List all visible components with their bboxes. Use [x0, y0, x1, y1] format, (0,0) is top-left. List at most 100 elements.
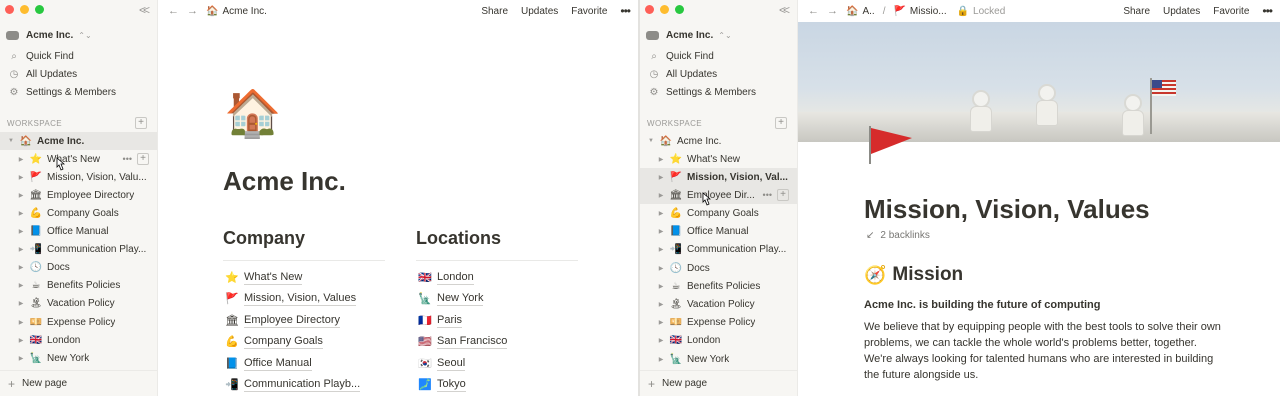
page-link-company-goals[interactable]: 💪 Company Goals — [225, 333, 323, 349]
more-options-icon[interactable]: ••• — [1262, 4, 1273, 18]
collapse-sidebar-icon[interactable]: << — [779, 3, 790, 17]
more-options-icon[interactable]: ••• — [763, 190, 772, 200]
sidebar-item-communication-playbook[interactable]: ▶ 📲 Communication Play... — [0, 240, 157, 258]
sidebar-item-docs[interactable]: ▶ 🕓 Docs — [0, 258, 157, 276]
page-link-communication-playbook[interactable]: 📲 Communication Playb... — [225, 376, 361, 392]
sidebar-item-employee-directory[interactable]: ▶ 🏛 Employee Directory — [0, 186, 157, 204]
add-subpage-button[interactable]: + — [137, 153, 149, 165]
caret-right-icon[interactable]: ▶ — [656, 337, 666, 344]
workspace-switcher[interactable]: Acme Inc. ⌃⌄ — [646, 27, 732, 43]
page-link-seoul[interactable]: 🇰🇷 Seoul — [418, 355, 466, 371]
breadcrumb[interactable]: 🏠 Acme Inc. — [206, 6, 267, 17]
caret-right-icon[interactable]: ▶ — [16, 156, 26, 163]
new-page-button[interactable]: + New page — [0, 370, 157, 396]
share-button[interactable]: Share — [481, 6, 508, 17]
page-link-whats-new[interactable]: ⭐ What's New — [225, 269, 303, 285]
caret-down-icon[interactable]: ▼ — [646, 138, 656, 144]
caret-right-icon[interactable]: ▶ — [656, 228, 666, 235]
caret-right-icon[interactable]: ▶ — [656, 301, 666, 308]
forward-arrow-icon[interactable]: → — [187, 5, 198, 17]
caret-right-icon[interactable]: ▶ — [16, 282, 26, 289]
nav-quick-find[interactable]: ⌕ Quick Find — [648, 48, 714, 64]
add-page-button[interactable]: + — [775, 117, 787, 129]
sidebar-item-london[interactable]: ▶ 🇬🇧 London — [0, 331, 157, 349]
favorite-button[interactable]: Favorite — [1213, 6, 1249, 17]
sidebar-item-company-goals[interactable]: ▶ 💪 Company Goals — [640, 204, 797, 222]
sidebar-item-expense-policy[interactable]: ▶ 💴 Expense Policy — [0, 313, 157, 331]
backlinks-button[interactable]: ↙ 2 backlinks — [866, 230, 930, 241]
locked-indicator[interactable]: 🔒 Locked — [957, 6, 1006, 17]
sidebar-item-mission[interactable]: ▶ 🚩 Mission, Vision, Valu... — [0, 168, 157, 186]
sidebar-item-docs[interactable]: ▶ 🕓 Docs — [640, 259, 797, 277]
caret-right-icon[interactable]: ▶ — [656, 210, 666, 217]
caret-right-icon[interactable]: ▶ — [16, 319, 26, 326]
sidebar-item-benefits-policies[interactable]: ▶ ☕ Benefits Policies — [0, 276, 157, 294]
collapse-sidebar-icon[interactable]: << — [139, 3, 150, 17]
sidebar-item-vacation-policy[interactable]: ▶ 🏝 Vacation Policy — [640, 295, 797, 313]
nav-all-updates[interactable]: ◷ All Updates — [648, 66, 718, 82]
back-arrow-icon[interactable]: ← — [808, 5, 819, 17]
back-arrow-icon[interactable]: ← — [168, 5, 179, 17]
add-page-button[interactable]: + — [135, 117, 147, 129]
share-button[interactable]: Share — [1123, 6, 1150, 17]
page-link-mission[interactable]: 🚩 Mission, Vision, Values — [225, 290, 357, 306]
page-link-office-manual[interactable]: 📘 Office Manual — [225, 355, 312, 371]
sidebar-item-acme-inc[interactable]: ▼ 🏠 Acme Inc. — [640, 132, 797, 150]
sidebar-item-whats-new[interactable]: ▶ ⭐ What's New — [640, 150, 797, 168]
sidebar-item-communication-playbook[interactable]: ▶ 📲 Communication Play... — [640, 240, 797, 258]
sidebar-item-new-york[interactable]: ▶ 🗽 New York — [0, 349, 157, 367]
more-options-icon[interactable]: ••• — [620, 4, 631, 18]
sidebar-item-acme-inc[interactable]: ▼ 🏠 Acme Inc. — [0, 132, 157, 150]
caret-right-icon[interactable]: ▶ — [16, 337, 26, 344]
page-icon-red-flag[interactable] — [866, 124, 916, 166]
page-link-san-francisco[interactable]: 🇺🇸 San Francisco — [418, 333, 508, 349]
more-options-icon[interactable]: ••• — [123, 154, 132, 164]
sidebar-item-new-york[interactable]: ▶ 🗽 New York — [640, 350, 797, 368]
caret-right-icon[interactable]: ▶ — [16, 264, 26, 271]
favorite-button[interactable]: Favorite — [571, 6, 607, 17]
page-link-london[interactable]: 🇬🇧 London — [418, 269, 474, 285]
add-subpage-button[interactable]: + — [777, 189, 789, 201]
sidebar-item-mission-selected[interactable]: ▶ 🚩 Mission, Vision, Val... — [640, 168, 797, 186]
sidebar-item-office-manual[interactable]: ▶ 📘 Office Manual — [640, 222, 797, 240]
caret-right-icon[interactable]: ▶ — [656, 319, 666, 326]
caret-down-icon[interactable]: ▼ — [6, 138, 16, 144]
workspace-switcher[interactable]: Acme Inc. ⌃⌄ — [6, 27, 92, 43]
sidebar-item-employee-directory[interactable]: ▶ 🏛 Employee Dir... ••• + — [640, 186, 797, 204]
minimize-window-button[interactable] — [660, 5, 669, 14]
caret-right-icon[interactable]: ▶ — [656, 174, 666, 181]
caret-right-icon[interactable]: ▶ — [656, 265, 666, 272]
close-window-button[interactable] — [645, 5, 654, 14]
breadcrumb-item-page[interactable]: Missio... — [910, 6, 947, 17]
page-link-employee-directory[interactable]: 🏛 Employee Directory — [225, 312, 340, 328]
caret-right-icon[interactable]: ▶ — [656, 283, 666, 290]
page-link-tokyo[interactable]: 🗾 Tokyo — [418, 376, 466, 392]
caret-right-icon[interactable]: ▶ — [16, 192, 26, 199]
caret-right-icon[interactable]: ▶ — [656, 156, 666, 163]
caret-right-icon[interactable]: ▶ — [16, 174, 26, 181]
page-link-new-york[interactable]: 🗽 New York — [418, 290, 484, 306]
page-icon[interactable]: 🏠 — [224, 86, 281, 141]
caret-right-icon[interactable]: ▶ — [16, 210, 26, 217]
caret-right-icon[interactable]: ▶ — [656, 356, 666, 363]
sidebar-item-office-manual[interactable]: ▶ 📘 Office Manual — [0, 222, 157, 240]
caret-right-icon[interactable]: ▶ — [16, 246, 26, 253]
zoom-window-button[interactable] — [675, 5, 684, 14]
sidebar-item-whats-new[interactable]: ▶ ⭐ What's New ••• + — [0, 150, 157, 168]
minimize-window-button[interactable] — [20, 5, 29, 14]
sidebar-item-expense-policy[interactable]: ▶ 💴 Expense Policy — [640, 313, 797, 331]
caret-right-icon[interactable]: ▶ — [656, 246, 666, 253]
caret-right-icon[interactable]: ▶ — [16, 355, 26, 362]
updates-button[interactable]: Updates — [1163, 6, 1200, 17]
sidebar-item-company-goals[interactable]: ▶ 💪 Company Goals — [0, 204, 157, 222]
caret-right-icon[interactable]: ▶ — [656, 192, 666, 199]
nav-quick-find[interactable]: ⌕ Quick Find — [8, 48, 74, 64]
updates-button[interactable]: Updates — [521, 6, 558, 17]
new-page-button[interactable]: + New page — [640, 370, 797, 396]
sidebar-item-london[interactable]: ▶ 🇬🇧 London — [640, 331, 797, 349]
nav-settings-members[interactable]: ⚙ Settings & Members — [648, 84, 757, 100]
sidebar-item-vacation-policy[interactable]: ▶ 🏝 Vacation Policy — [0, 294, 157, 312]
page-title[interactable]: Acme Inc. — [223, 166, 346, 197]
forward-arrow-icon[interactable]: → — [827, 5, 838, 17]
breadcrumb-item-workspace[interactable]: A.. — [862, 6, 874, 17]
